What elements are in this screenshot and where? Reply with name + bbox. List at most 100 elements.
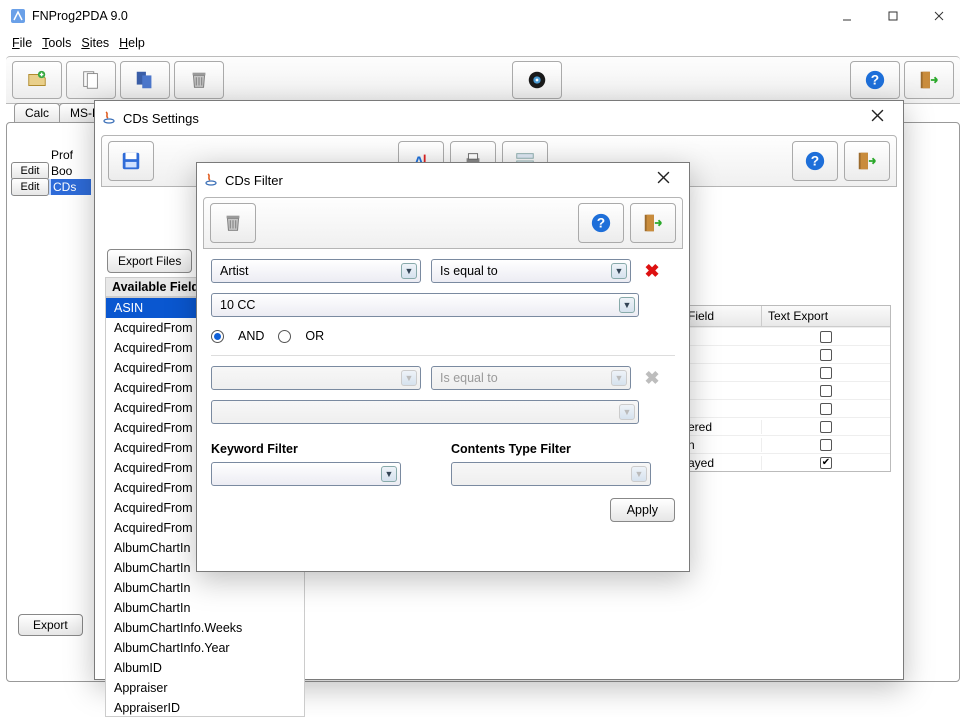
text-export-checkbox[interactable] (820, 403, 832, 415)
text-export-checkbox[interactable] (820, 349, 832, 361)
table-row[interactable]: n (682, 435, 890, 453)
text-export-checkbox[interactable]: ✔ (820, 457, 832, 469)
filter1-field-combo[interactable]: Artist▼ (211, 259, 421, 283)
radio-or-label: OR (305, 329, 324, 343)
table-row[interactable] (682, 345, 890, 363)
menubar: File Tools Sites Help (0, 32, 966, 54)
close-button[interactable] (916, 1, 962, 31)
table-row[interactable] (682, 363, 890, 381)
chevron-down-icon: ▼ (401, 370, 417, 386)
text-export-checkbox[interactable] (820, 331, 832, 343)
row-edit-2[interactable]: Edit (11, 178, 49, 196)
tab-calc[interactable]: Calc (14, 103, 60, 122)
toolbar-preview-button[interactable] (512, 61, 562, 99)
filter1-remove-button[interactable]: ✖ (641, 261, 663, 282)
settings-exit-button[interactable] (844, 141, 890, 181)
menu-tools[interactable]: Tools (38, 35, 75, 51)
maximize-button[interactable] (870, 1, 916, 31)
row-boo: Boo (51, 163, 91, 179)
minimize-button[interactable] (824, 1, 870, 31)
available-field-item[interactable]: AlbumChartInfo.Weeks (106, 618, 304, 638)
radio-or[interactable] (278, 330, 291, 343)
java-icon (101, 109, 117, 128)
chevron-down-icon: ▼ (619, 297, 635, 313)
text-export-checkbox[interactable] (820, 385, 832, 397)
export-button[interactable]: Export (18, 614, 83, 636)
filter-help-button[interactable]: ? (578, 203, 624, 243)
keyword-filter-label: Keyword Filter (211, 442, 435, 456)
cds-filter-window: CDs Filter ? Artist▼ Is equal to▼ ✖ 10 C… (196, 162, 690, 572)
available-field-item[interactable]: AlbumChartIn (106, 598, 304, 618)
filter-clear-button[interactable] (210, 203, 256, 243)
filter1-value-combo[interactable]: 10 CC▼ (211, 293, 639, 317)
table-cell-field: n (682, 438, 762, 452)
text-export-checkbox[interactable] (820, 367, 832, 379)
cds-settings-close-button[interactable] (857, 104, 897, 132)
main-toolbar: ? (6, 56, 960, 104)
apply-button[interactable]: Apply (610, 498, 675, 522)
filter2-remove-button: ✖ (641, 368, 663, 389)
left-grid: Prof EditBoo EditCDs (11, 147, 91, 195)
chevron-down-icon: ▼ (381, 466, 397, 482)
toolbar-exit-button[interactable] (904, 61, 954, 99)
svg-text:?: ? (811, 154, 819, 169)
chevron-down-icon: ▼ (619, 404, 635, 420)
toolbar-copy-button[interactable] (120, 61, 170, 99)
cds-filter-close-button[interactable] (643, 166, 683, 194)
available-field-item[interactable]: Appraiser (106, 678, 304, 698)
toolbar-delete-button[interactable] (174, 61, 224, 99)
menu-help[interactable]: Help (115, 35, 149, 51)
table-row[interactable]: ered (682, 417, 890, 435)
app-title: FNProg2PDA 9.0 (32, 9, 128, 23)
table-row[interactable] (682, 381, 890, 399)
java-icon (203, 171, 219, 190)
menu-file[interactable]: File (8, 35, 36, 51)
table-row[interactable] (682, 327, 890, 345)
text-export-checkbox[interactable] (820, 439, 832, 451)
toolbar-help-button[interactable]: ? (850, 61, 900, 99)
chevron-down-icon: ▼ (631, 466, 647, 482)
right-table-head-field[interactable]: Field (682, 306, 762, 326)
row-cds: CDs (51, 179, 91, 195)
toolbar-open-button[interactable] (66, 61, 116, 99)
filter-exit-button[interactable] (630, 203, 676, 243)
filter-toolbar: ? (203, 197, 683, 249)
text-export-checkbox[interactable] (820, 421, 832, 433)
table-row[interactable] (682, 399, 890, 417)
right-table: Field Text Export ered nayed✔ (681, 305, 891, 472)
contents-type-filter-combo: ▼ (451, 462, 651, 486)
settings-save-button[interactable] (108, 141, 154, 181)
keyword-filter-combo[interactable]: ▼ (211, 462, 401, 486)
right-table-head-textexport[interactable]: Text Export (762, 306, 890, 326)
contents-type-filter-label: Contents Type Filter (451, 442, 675, 456)
cds-settings-titlebar: CDs Settings (95, 101, 903, 135)
svg-text:?: ? (597, 216, 605, 231)
main-titlebar: FNProg2PDA 9.0 (0, 0, 966, 32)
export-files-button[interactable]: Export Files (107, 249, 192, 273)
svg-text:?: ? (871, 73, 879, 88)
row-profile: Prof (51, 147, 91, 163)
separator (211, 355, 675, 356)
radio-and-label: AND (238, 329, 264, 343)
menu-sites[interactable]: Sites (77, 35, 113, 51)
available-field-item[interactable]: AlbumChartInfo.Year (106, 638, 304, 658)
available-field-item[interactable]: AlbumChartIn (106, 578, 304, 598)
filter2-field-combo[interactable]: ▼ (211, 366, 421, 390)
filter1-op-combo[interactable]: Is equal to▼ (431, 259, 631, 283)
settings-help-button[interactable]: ? (792, 141, 838, 181)
radio-and[interactable] (211, 330, 224, 343)
cds-filter-title: CDs Filter (225, 173, 283, 188)
filter2-op-combo: Is equal to▼ (431, 366, 631, 390)
logic-radio-group: AND OR (211, 329, 675, 343)
available-field-item[interactable]: AppraiserID (106, 698, 304, 717)
app-icon (10, 8, 26, 24)
table-row[interactable]: ayed✔ (682, 453, 890, 471)
table-cell-field: ered (682, 420, 762, 434)
toolbar-new-button[interactable] (12, 61, 62, 99)
available-field-item[interactable]: AlbumID (106, 658, 304, 678)
chevron-down-icon: ▼ (611, 370, 627, 386)
chevron-down-icon: ▼ (401, 263, 417, 279)
cds-settings-title: CDs Settings (123, 111, 199, 126)
cds-filter-titlebar: CDs Filter (197, 163, 689, 197)
chevron-down-icon: ▼ (611, 263, 627, 279)
